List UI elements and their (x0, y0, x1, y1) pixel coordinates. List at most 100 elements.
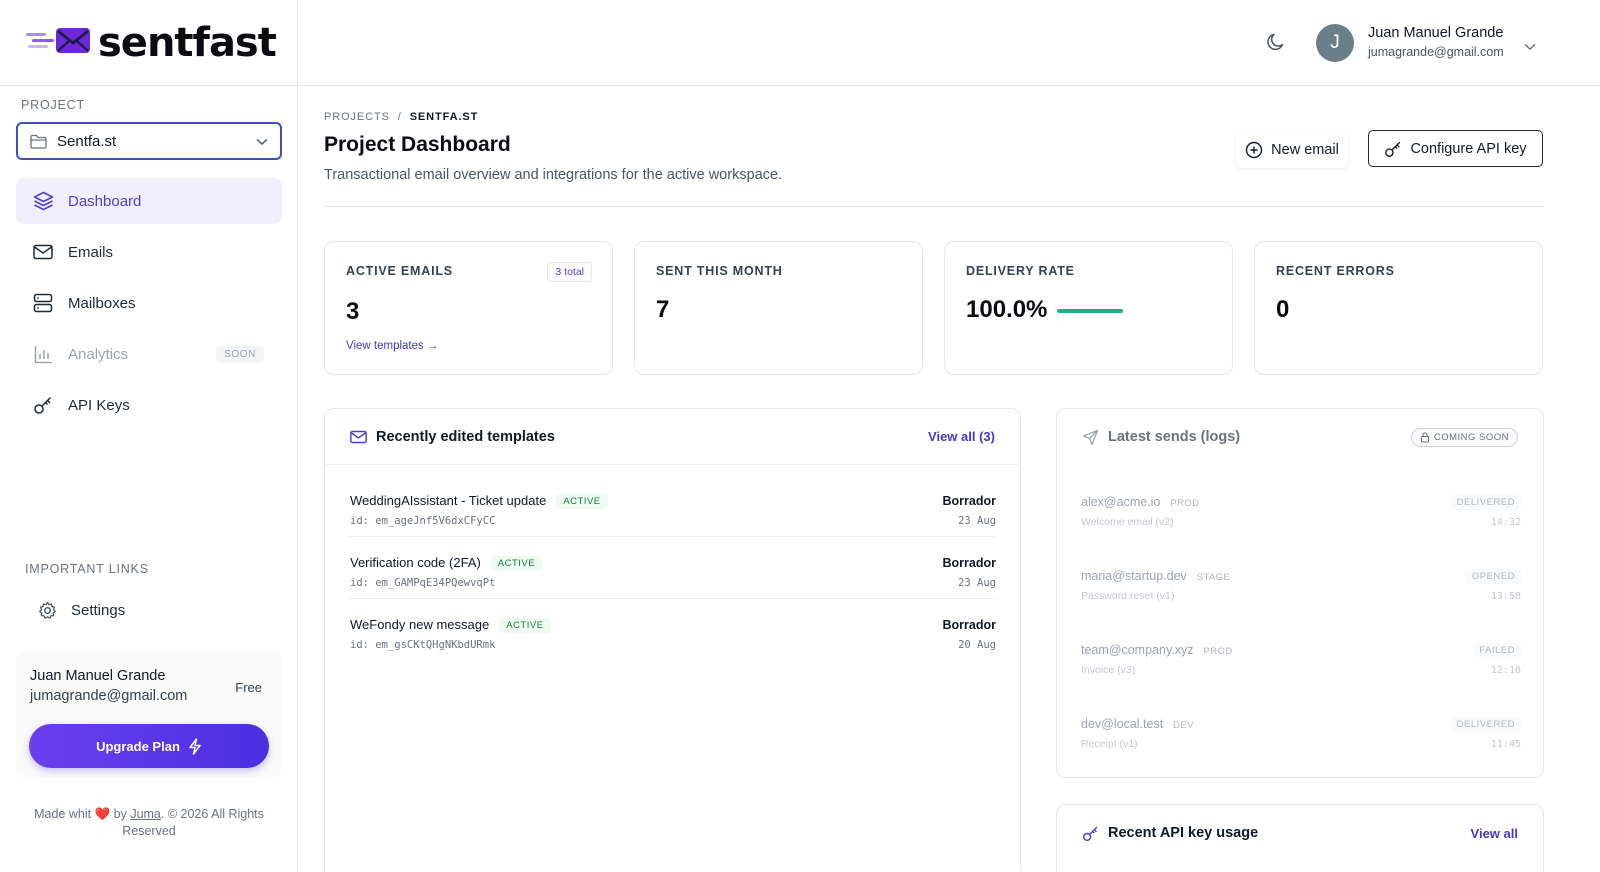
log-status: DELIVERED (1450, 717, 1521, 732)
footer-by: by (113, 807, 127, 821)
moon-icon[interactable] (1266, 32, 1286, 57)
panel-title: Recent API key usage (1108, 825, 1259, 841)
log-email: team@company.xyz (1081, 643, 1194, 657)
log-email: maria@startup.dev (1081, 569, 1187, 583)
divider (324, 206, 1544, 207)
view-all-templates-link[interactable]: View all (3) (928, 429, 995, 444)
log-time: 12:10 (1490, 665, 1521, 676)
send-icon (1082, 429, 1099, 445)
sidebar-item-emails[interactable]: Emails (16, 229, 282, 275)
api-usage-panel: Recent API key usage View all (1056, 804, 1544, 872)
header-user-email: jumagrande@gmail.com (1368, 45, 1504, 59)
logo[interactable]: sentfast (0, 0, 297, 86)
sidebar-item-label: Dashboard (68, 192, 142, 210)
sidebar-item-label: API Keys (68, 396, 130, 414)
breadcrumb-current: SENTFA.ST (409, 111, 479, 123)
settings-label: Settings (71, 601, 126, 619)
page-subtitle: Transactional email overview and integra… (324, 167, 783, 183)
stat-active-emails: ACTIVE EMAILS 3 total 3 View templates → (324, 241, 613, 375)
stat-sent-this-month: SENT THIS MONTH 7 (634, 241, 923, 375)
project-select[interactable]: Sentfa.st (16, 122, 282, 160)
log-email: alex@acme.io (1081, 495, 1161, 509)
view-templates-link[interactable]: View templates → (346, 340, 438, 352)
template-date: 20 Aug (958, 639, 996, 651)
log-time: 11:45 (1490, 739, 1521, 750)
list-item: alex@acme.io PROD Welcome email (v2) DELI… (1081, 493, 1521, 553)
sidebar-item-label: Emails (68, 243, 114, 261)
sidebar-item-mailboxes[interactable]: Mailboxes (16, 280, 282, 326)
log-description: Invoice (v3) (1081, 664, 1136, 676)
table-row[interactable]: WeddingAIssistant - Ticket update ACTIVE … (349, 475, 996, 537)
user-card-name: Juan Manuel Grande (30, 668, 166, 684)
new-email-button[interactable]: New email (1236, 132, 1348, 168)
sidebar-item-analytics: Analytics SOON (16, 331, 282, 377)
template-name: WeFondy new message (350, 617, 490, 632)
template-date: 23 Aug (958, 515, 996, 527)
stat-value-row: 100.0% (966, 296, 1211, 324)
sidebar: sentfast PROJECT Sentfa.st Dashboard Ema… (0, 0, 298, 872)
key-icon (1385, 141, 1401, 157)
user-card: Juan Manuel Grande jumagrande@gmail.com … (16, 652, 282, 778)
view-all-api-usage-link[interactable]: View all (1471, 826, 1518, 841)
template-state: Borrador (942, 556, 996, 570)
template-state: Borrador (942, 494, 996, 508)
log-time: 13:58 (1490, 591, 1521, 602)
sidebar-item-label: Mailboxes (68, 294, 136, 312)
brand-name: sentfast (98, 19, 277, 66)
table-row[interactable]: WeFondy new message ACTIVE id: em_gsCKtQH… (349, 599, 996, 661)
stat-value: 0 (1276, 296, 1290, 323)
soon-badge: SOON (216, 345, 264, 363)
list-item: maria@startup.dev STAGE Password reset (v… (1081, 567, 1521, 627)
user-card-email: jumagrande@gmail.com (30, 688, 188, 704)
log-time: 14:32 (1490, 517, 1521, 528)
log-description: Welcome email (v2) (1081, 516, 1174, 528)
panel-header: Recently edited templates View all (3) (325, 409, 1020, 465)
footer-prefix: Made whit (34, 807, 92, 821)
total-badge: 3 total (547, 262, 592, 282)
template-date: 23 Aug (958, 577, 996, 589)
bar-chart-icon (32, 343, 54, 365)
heart-icon: ❤️ (94, 807, 111, 821)
mail-icon (32, 241, 54, 263)
template-name: WeddingAIssistant - Ticket update (350, 493, 547, 508)
sidebar-item-label: Analytics (68, 345, 129, 363)
stat-delivery-rate: DELIVERY RATE 100.0% (944, 241, 1233, 375)
header-user-name: Juan Manuel Grande (1368, 25, 1504, 41)
chevron-down-icon[interactable] (1524, 38, 1536, 56)
status-badge: ACTIVE (499, 618, 551, 633)
breadcrumb-separator: / (397, 111, 402, 123)
delivery-rate-bar (1057, 308, 1124, 313)
recent-templates-panel: Recently edited templates View all (3) W… (324, 408, 1021, 872)
configure-api-key-button[interactable]: Configure API key (1368, 130, 1543, 167)
list-item: dev@local.test DEV Receipt (v1) DELIVERED… (1081, 715, 1521, 775)
user-menu[interactable]: Juan Manuel Grande jumagrande@gmail.com (1368, 25, 1504, 59)
panel-header: Recent API key usage View all (1057, 805, 1543, 861)
important-links-label: IMPORTANT LINKS (25, 562, 149, 576)
sidebar-item-settings[interactable]: Settings (20, 590, 278, 630)
template-name: Verification code (2FA) (350, 555, 481, 570)
sidebar-item-api-keys[interactable]: API Keys (16, 382, 282, 428)
avatar[interactable]: J (1316, 24, 1354, 62)
env-badge: PROD (1203, 646, 1233, 657)
breadcrumb-projects[interactable]: PROJECTS (324, 111, 390, 123)
server-icon (32, 292, 54, 314)
log-status: DELIVERED (1450, 495, 1521, 510)
panel-title: Recently edited templates (376, 428, 555, 445)
log-description: Password reset (v1) (1081, 590, 1175, 602)
template-id: id: em_ageJnf5V6dxCFyCC (350, 515, 496, 527)
panel-title: Latest sends (logs) (1108, 429, 1241, 445)
status-badge: ACTIVE (490, 556, 543, 571)
status-badge: ACTIVE (556, 494, 608, 509)
latest-sends-panel: Latest sends (logs) COMING SOON alex@acm… (1056, 408, 1544, 778)
sidebar-item-dashboard[interactable]: Dashboard (16, 178, 282, 224)
layers-icon (32, 190, 54, 212)
author-link[interactable]: Juma (130, 807, 161, 821)
template-id: id: em_gsCKtQHgNKbdURmk (350, 639, 496, 651)
stat-label: DELIVERY RATE (966, 264, 1075, 278)
upgrade-plan-button[interactable]: Upgrade Plan (29, 724, 269, 768)
log-status: OPENED (1465, 569, 1521, 584)
new-email-label: New email (1271, 142, 1339, 158)
table-row[interactable]: Verification code (2FA) ACTIVE id: em_GAM… (349, 537, 996, 599)
sidebar-nav: Dashboard Emails Mailboxes Analytics SOO… (16, 178, 282, 433)
log-description: Receipt (v1) (1081, 738, 1138, 750)
